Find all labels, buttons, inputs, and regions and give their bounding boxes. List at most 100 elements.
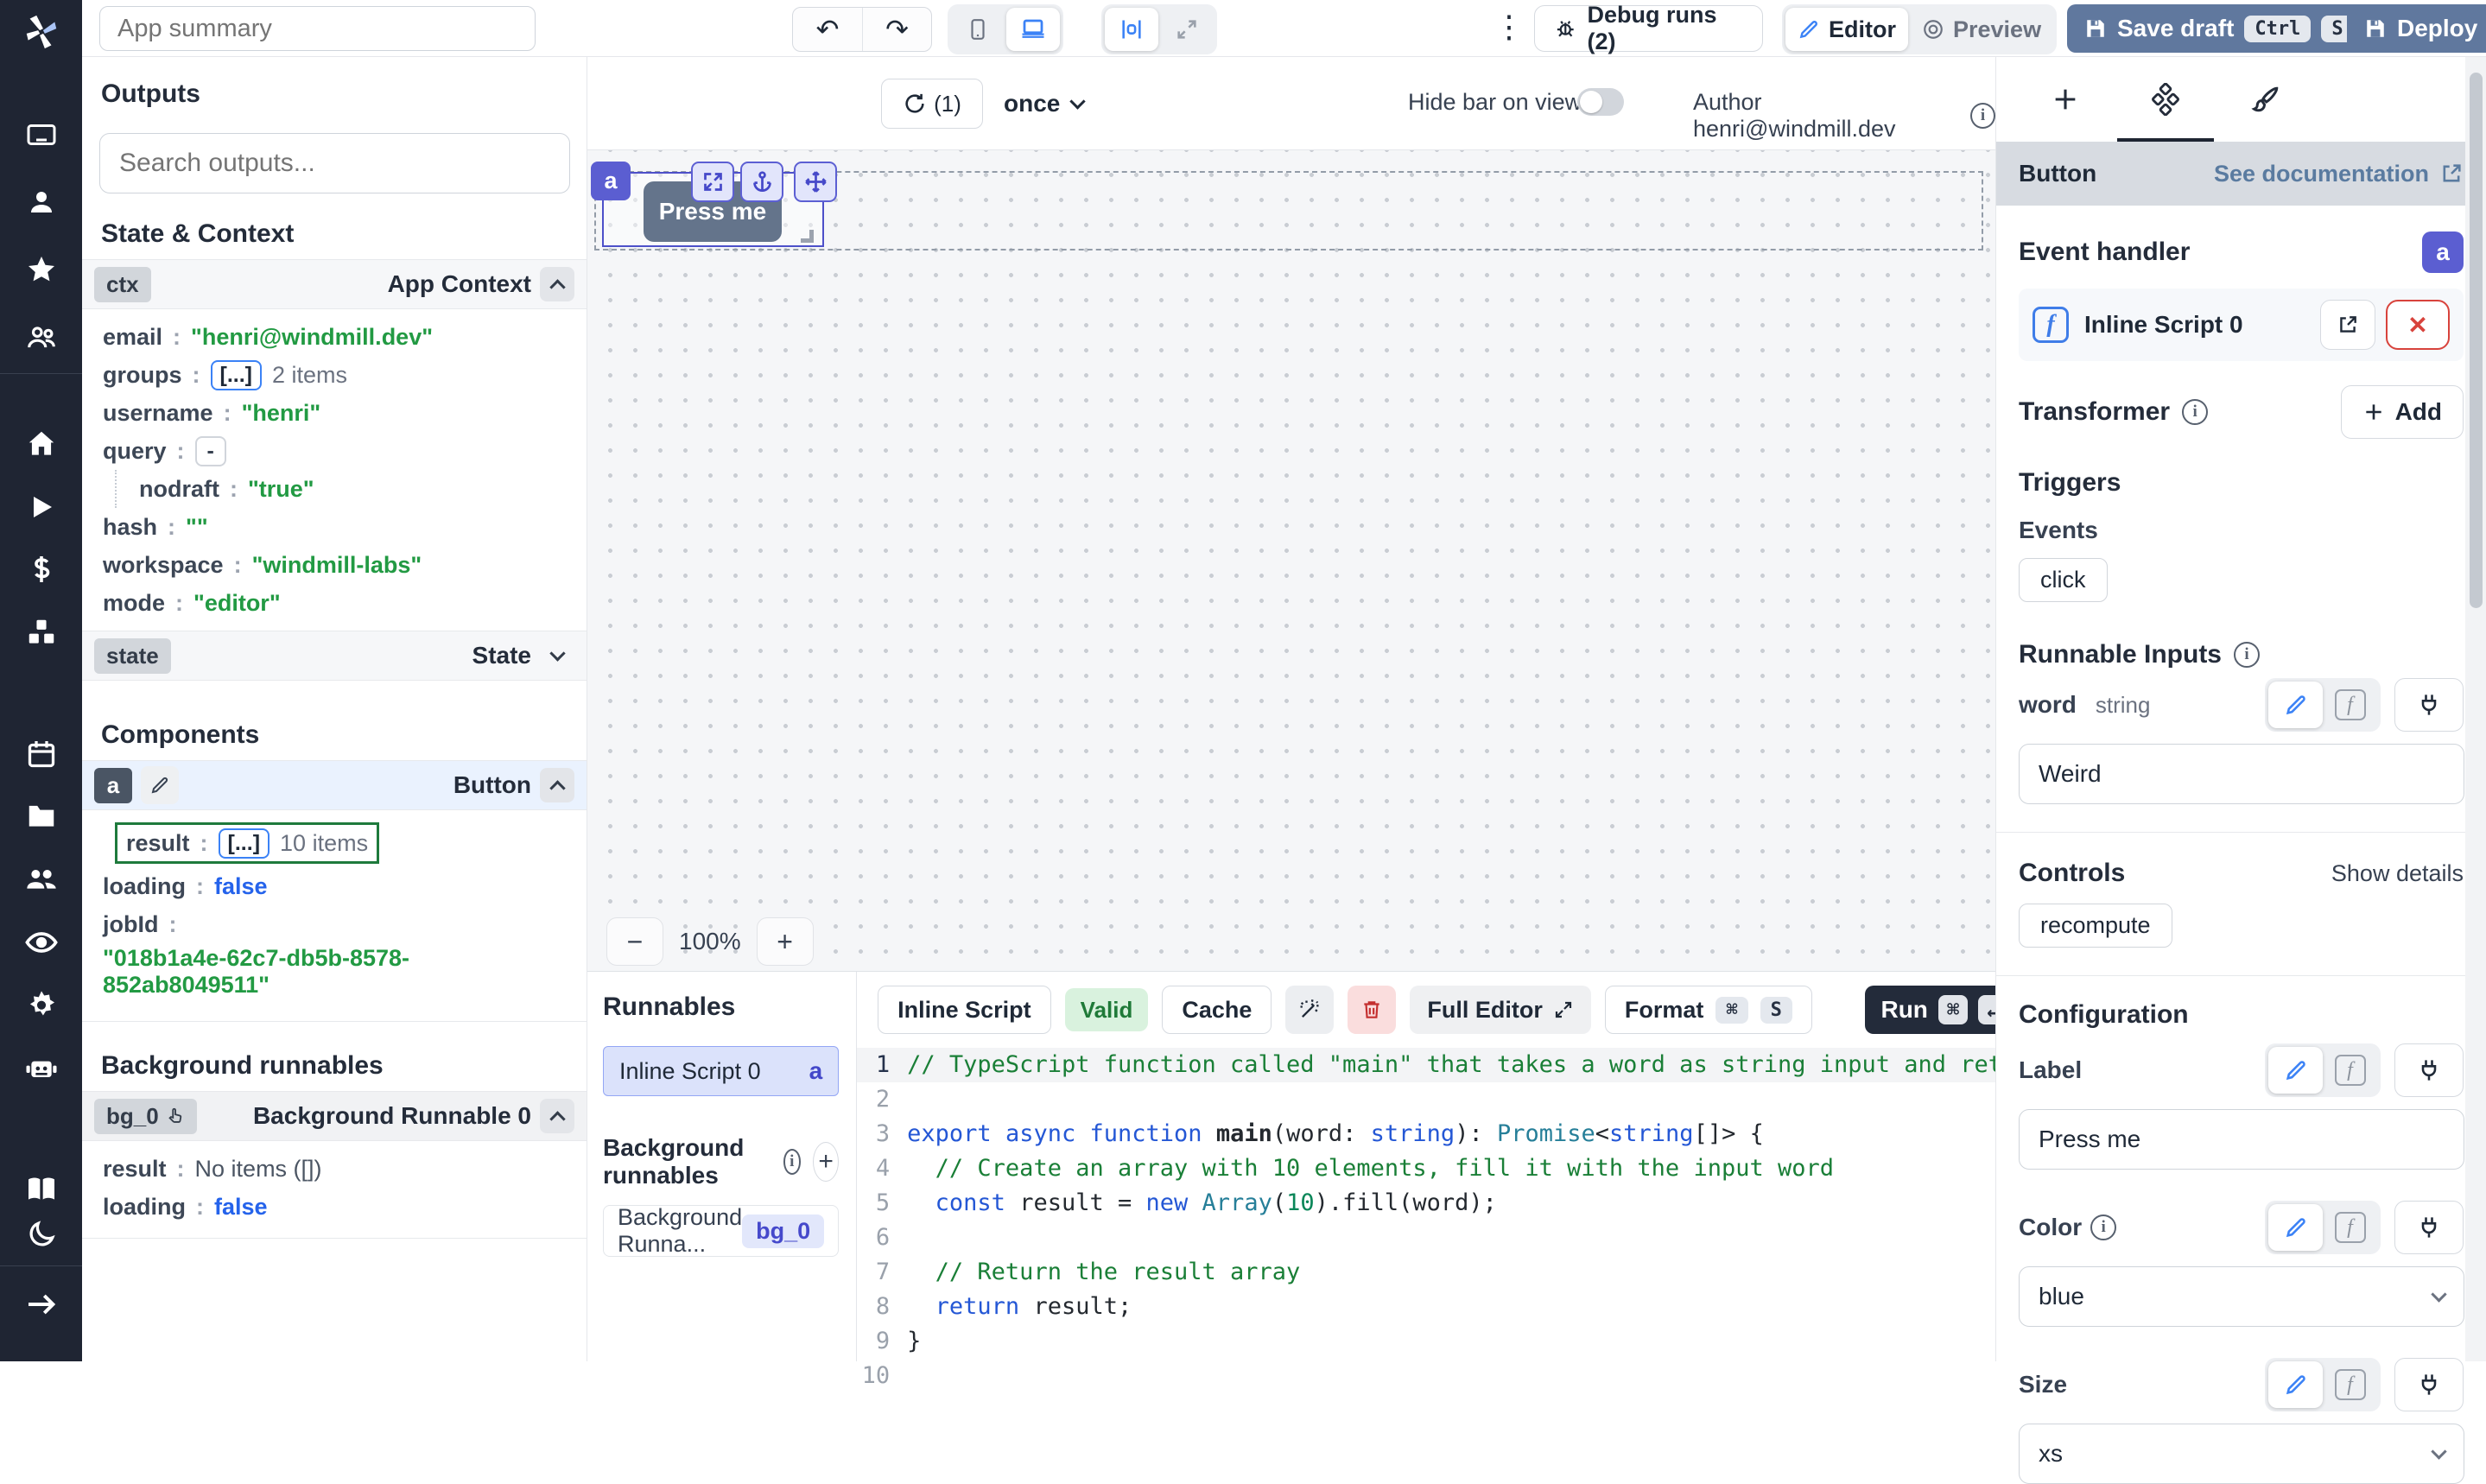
- debug-runs-button[interactable]: Debug runs (2): [1534, 5, 1763, 52]
- expression-mode-button[interactable]: f: [2323, 1047, 2377, 1094]
- undo-button[interactable]: ↶: [793, 8, 862, 51]
- code-line[interactable]: 3export async function main(word: string…: [857, 1117, 2045, 1151]
- ai-assist-button[interactable]: [1285, 986, 1334, 1034]
- tab-component-settings[interactable]: [2115, 57, 2216, 142]
- eye-icon[interactable]: [0, 925, 82, 960]
- event-handler-script-row[interactable]: f Inline Script 0 ✕: [2019, 289, 2464, 361]
- runnable-item-selected[interactable]: Inline Script 0 a: [603, 1046, 839, 1096]
- expression-mode-button[interactable]: f: [2323, 1204, 2377, 1251]
- deploy-button[interactable]: Deploy: [2347, 4, 2486, 53]
- component-collapse-button[interactable]: [540, 768, 574, 802]
- word-value-input[interactable]: [2019, 744, 2464, 804]
- hide-bar-toggle[interactable]: [1577, 88, 1624, 116]
- book-icon[interactable]: [0, 1172, 82, 1207]
- expand-array-chip[interactable]: [...]: [219, 828, 270, 859]
- collapse-arrow-icon[interactable]: [0, 1287, 82, 1322]
- desktop-view-button[interactable]: [1006, 8, 1060, 51]
- see-documentation-link[interactable]: See documentation: [2214, 161, 2464, 187]
- team-icon[interactable]: [0, 321, 82, 354]
- app-canvas[interactable]: a Press me − 100% +: [587, 150, 1995, 971]
- scrollbar-thumb[interactable]: [2470, 73, 2483, 608]
- event-click-chip[interactable]: click: [2019, 558, 2108, 602]
- component-id-tab[interactable]: a: [591, 162, 631, 200]
- ctx-section-header[interactable]: ctx App Context: [82, 259, 587, 309]
- open-script-button[interactable]: [2320, 300, 2375, 350]
- expand-handle[interactable]: [691, 162, 734, 202]
- tab-insert-component[interactable]: [2015, 57, 2115, 142]
- state-section-header[interactable]: state State: [82, 631, 587, 681]
- calendar-icon[interactable]: [0, 739, 82, 770]
- robot-icon[interactable]: [0, 1051, 82, 1086]
- size-select[interactable]: xs: [2019, 1424, 2464, 1484]
- windmill-logo-icon[interactable]: [0, 12, 82, 52]
- app-summary-input[interactable]: [99, 6, 536, 51]
- move-handle[interactable]: [794, 162, 837, 202]
- zoom-out-button[interactable]: −: [606, 917, 663, 966]
- search-outputs-input[interactable]: [99, 133, 570, 193]
- connect-input-button[interactable]: [2394, 1043, 2464, 1097]
- code-line[interactable]: 2: [857, 1082, 2045, 1117]
- users-icon[interactable]: [0, 861, 82, 896]
- cache-button[interactable]: Cache: [1162, 986, 1272, 1034]
- recompute-chip[interactable]: recompute: [2019, 904, 2172, 948]
- more-menu-button[interactable]: ⋮: [1490, 9, 1528, 45]
- bg-runnable-item[interactable]: Background Runna... bg_0: [603, 1205, 839, 1257]
- ctx-collapse-button[interactable]: [540, 267, 574, 301]
- show-details-link[interactable]: Show details: [2331, 860, 2464, 887]
- preview-tab[interactable]: Preview: [1910, 8, 2053, 51]
- dollar-icon[interactable]: [0, 554, 82, 585]
- user-icon[interactable]: [0, 187, 82, 218]
- code-line[interactable]: 7 // Return the result array: [857, 1255, 2045, 1290]
- static-mode-button[interactable]: [2268, 1047, 2323, 1094]
- empty-object-chip[interactable]: -: [195, 436, 226, 466]
- fullwidth-layout-button[interactable]: [1160, 8, 1214, 51]
- state-expand-button[interactable]: [540, 638, 574, 673]
- save-draft-button[interactable]: Save draft Ctrl S: [2067, 4, 2371, 53]
- play-icon[interactable]: [0, 491, 82, 523]
- static-mode-button[interactable]: [2268, 1204, 2323, 1251]
- expression-mode-button[interactable]: f: [2323, 682, 2377, 728]
- static-mode-button[interactable]: [2268, 682, 2323, 728]
- color-select[interactable]: blue: [2019, 1266, 2464, 1327]
- code-line[interactable]: 6: [857, 1221, 2045, 1255]
- code-line[interactable]: 9}: [857, 1324, 2045, 1359]
- folder-icon[interactable]: [0, 799, 82, 832]
- code-line[interactable]: 4 // Create an array with 10 elements, f…: [857, 1151, 2045, 1186]
- home-icon[interactable]: [0, 428, 82, 460]
- bg0-section-header[interactable]: bg_0 Background Runnable 0: [82, 1091, 587, 1141]
- format-button[interactable]: Format ⌘ S: [1605, 986, 1812, 1034]
- connect-input-button[interactable]: [2394, 1201, 2464, 1254]
- editor-tab[interactable]: Editor: [1785, 8, 1908, 51]
- label-value-input[interactable]: [2019, 1109, 2464, 1170]
- connect-input-button[interactable]: [2394, 1358, 2464, 1411]
- blocks-icon[interactable]: [0, 616, 82, 649]
- anchor-handle[interactable]: [740, 162, 783, 202]
- add-transformer-button[interactable]: Add: [2341, 385, 2464, 439]
- refresh-runnables-button[interactable]: (1): [881, 79, 983, 129]
- zoom-in-button[interactable]: +: [757, 917, 814, 966]
- delete-script-button[interactable]: [1348, 986, 1396, 1034]
- full-editor-button[interactable]: Full Editor: [1410, 986, 1590, 1034]
- static-mode-button[interactable]: [2268, 1361, 2323, 1408]
- code-line[interactable]: 5 const result = new Array(10).fill(word…: [857, 1186, 2045, 1221]
- code-line[interactable]: 8 return result;: [857, 1290, 2045, 1324]
- mobile-view-button[interactable]: [951, 8, 1005, 51]
- schedule-dropdown[interactable]: once: [1004, 79, 1083, 129]
- connect-input-button[interactable]: [2394, 678, 2464, 732]
- gear-icon[interactable]: [0, 989, 82, 1022]
- star-icon[interactable]: [0, 254, 82, 285]
- add-bg-runnable-button[interactable]: +: [813, 1142, 839, 1182]
- code-line[interactable]: 1// TypeScript function called "main" th…: [857, 1048, 2045, 1082]
- tab-styling[interactable]: [2216, 57, 2316, 142]
- component-a-header[interactable]: a Button: [82, 760, 587, 810]
- moon-icon[interactable]: [0, 1219, 82, 1250]
- resize-handle[interactable]: [801, 230, 814, 243]
- center-layout-button[interactable]: [1105, 8, 1158, 51]
- info-icon[interactable]: i: [1970, 103, 1995, 129]
- rename-component-button[interactable]: [141, 766, 179, 804]
- script-name-button[interactable]: Inline Script: [878, 986, 1051, 1034]
- panel-scrollbar[interactable]: [2465, 57, 2486, 1361]
- redo-button[interactable]: ↷: [862, 8, 931, 51]
- code-line[interactable]: 10: [857, 1359, 2045, 1393]
- expression-mode-button[interactable]: f: [2323, 1361, 2377, 1408]
